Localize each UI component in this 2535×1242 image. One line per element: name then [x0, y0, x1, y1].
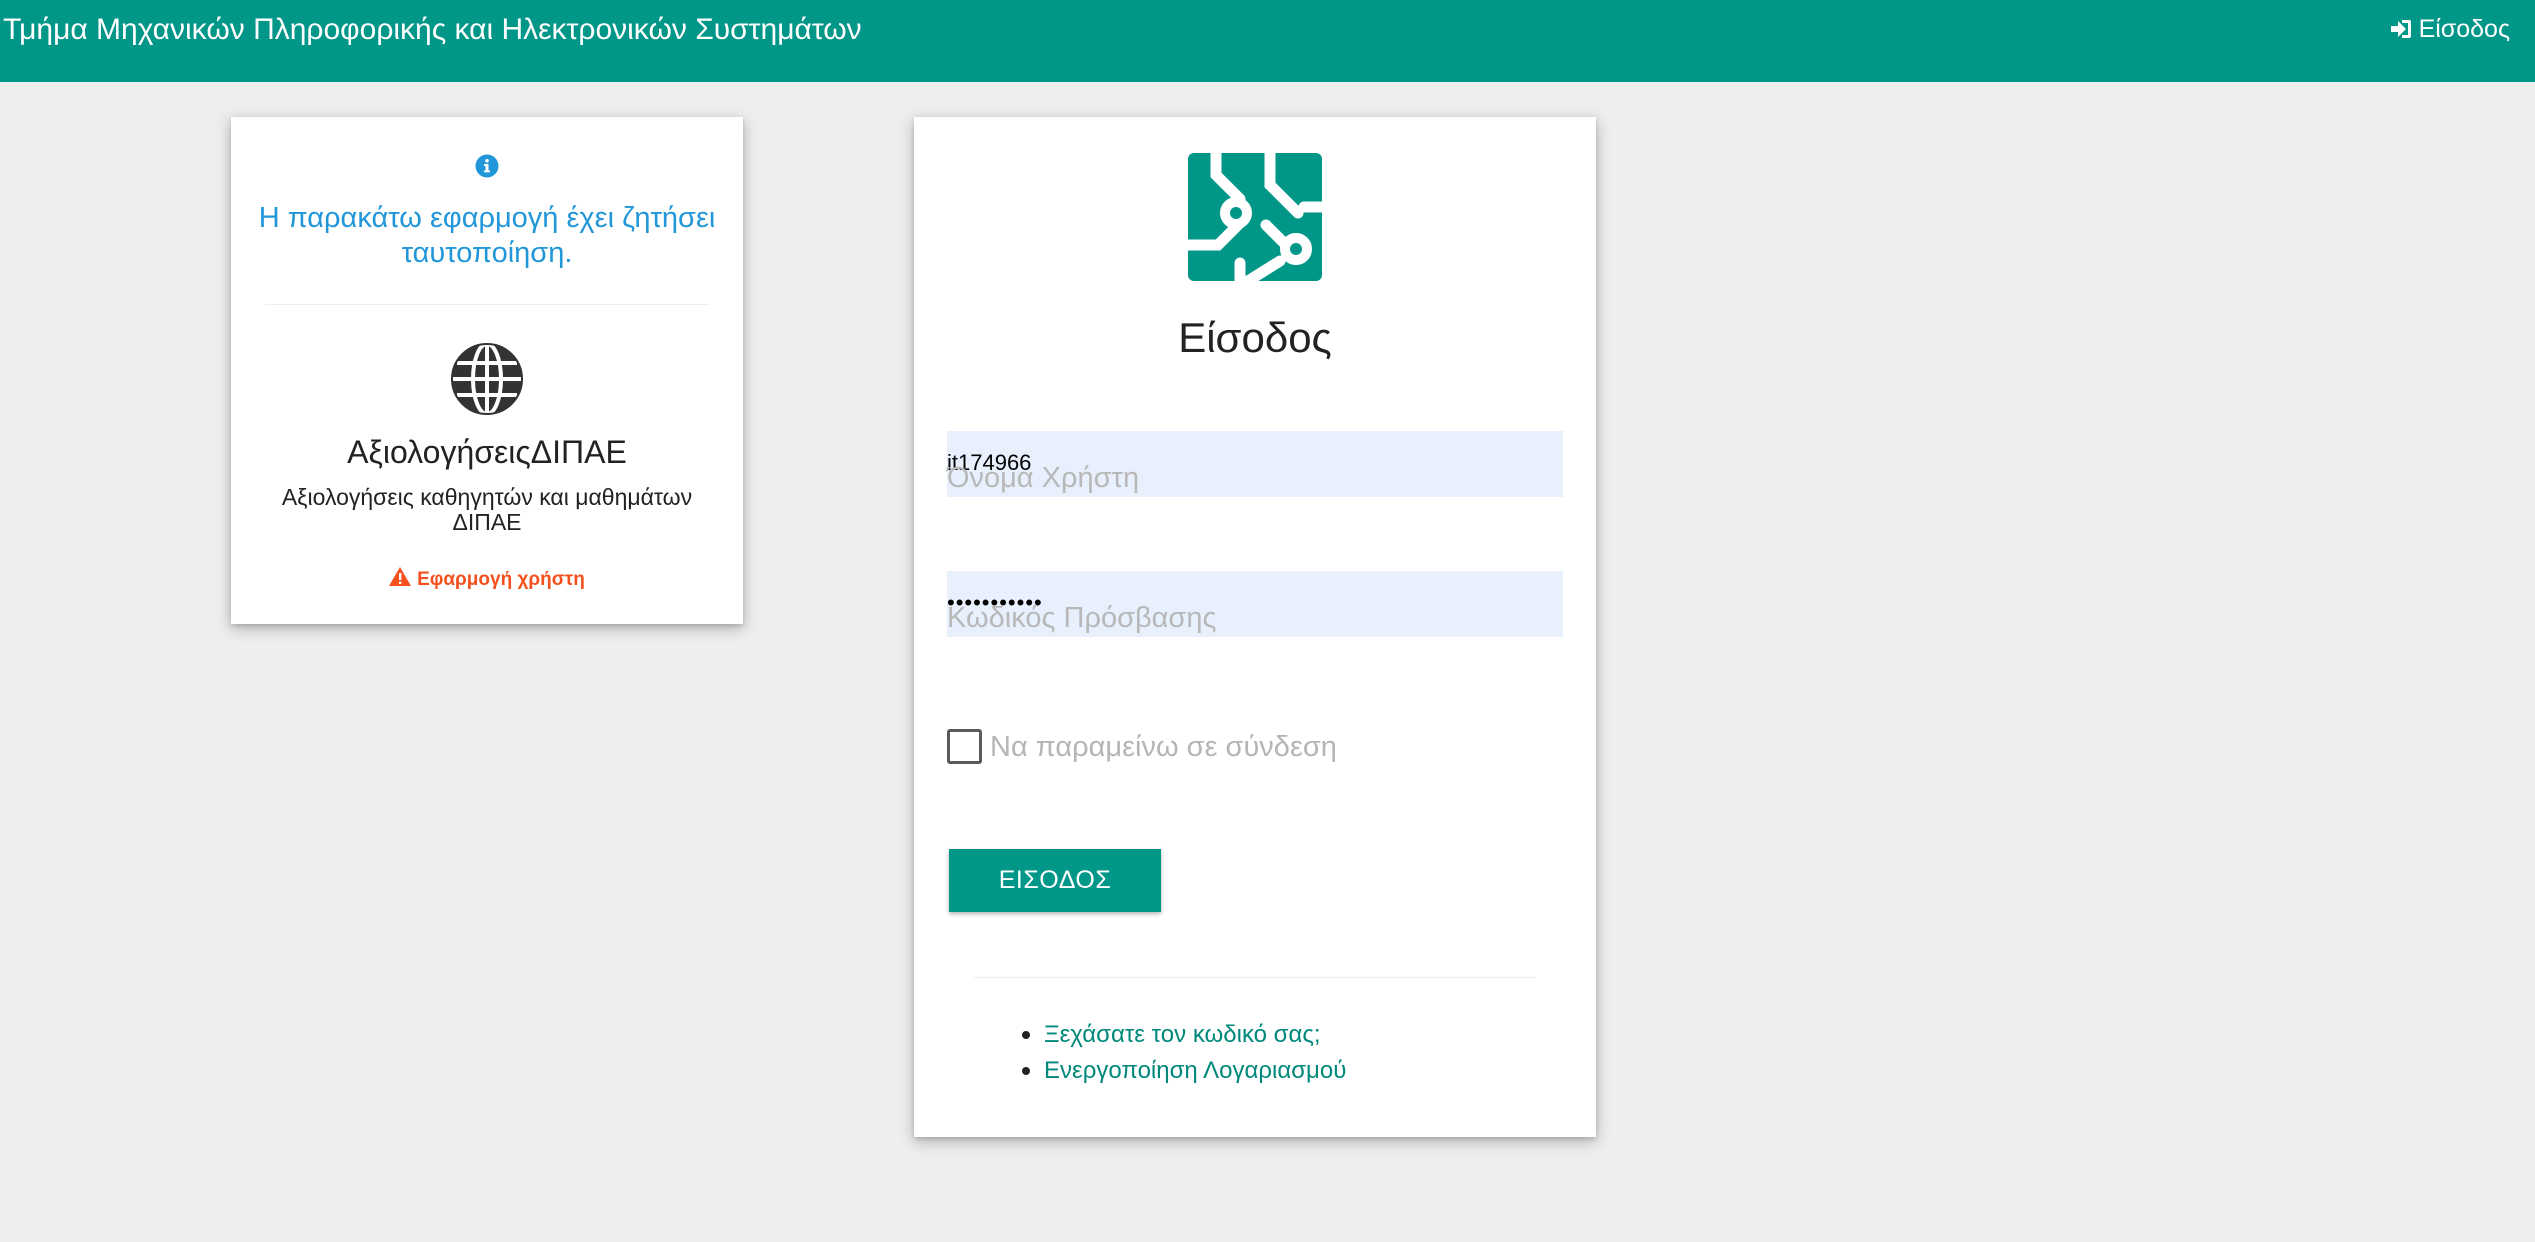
remember-me-label: Να παραμείνω σε σύνδεση [990, 730, 1337, 763]
auth-request-text: Η παρακάτω εφαρμογή έχει ζητήσει ταυτοπο… [258, 202, 716, 269]
links-divider [974, 977, 1536, 978]
login-card: Είσοδος Όνομα Χρήστη Κωδικός Πρόσβασης Ν… [914, 117, 1596, 1137]
globe-icon [451, 342, 523, 420]
warning-icon [389, 567, 412, 593]
logo-icon [1182, 147, 1328, 287]
help-links: Ξεχάσατε τον κωδικό σας; Ενεργοποίηση Λο… [1022, 1017, 1346, 1089]
header-login-label: Είσοδος [2418, 15, 2510, 43]
password-field: Κωδικός Πρόσβασης [947, 571, 1563, 637]
remember-me-option[interactable]: Να παραμείνω σε σύνδεση [947, 729, 1337, 764]
bullet [1022, 1067, 1030, 1075]
username-input[interactable] [947, 448, 1563, 478]
info-divider [265, 304, 709, 305]
header-login-link[interactable]: Είσοδος [2389, 14, 2510, 44]
bullet [1022, 1031, 1030, 1039]
password-input[interactable] [947, 588, 1563, 618]
info-icon [475, 154, 499, 183]
activate-account-link[interactable]: Ενεργοποίηση Λογαριασμού [1044, 1057, 1346, 1084]
forgot-password-link[interactable]: Ξεχάσατε τον κωδικό σας; [1044, 1021, 1321, 1048]
app-type-label: Εφαρμογή χρήστη [417, 569, 585, 590]
app-name: ΑξιολογήσειςΔΙΠΑΕ [347, 434, 627, 470]
app-description: Αξιολογήσεις καθηγητών και μαθημάτων ΔΙΠ… [281, 484, 693, 535]
app-type-badge: Εφαρμογή χρήστη [231, 567, 743, 593]
top-bar: Τμήμα Μηχανικών Πληροφορικής και Ηλεκτρο… [0, 0, 2535, 82]
remember-me-checkbox[interactable] [947, 729, 982, 764]
login-submit-button[interactable]: ΕΙΣΟΔΟΣ [949, 849, 1161, 912]
list-item: Ξεχάσατε τον κωδικό σας; [1022, 1017, 1346, 1053]
login-form-title: Είσοδος [1178, 314, 1332, 361]
username-field: Όνομα Χρήστη [947, 431, 1563, 497]
sign-in-icon [2389, 18, 2413, 40]
list-item: Ενεργοποίηση Λογαριασμού [1022, 1053, 1346, 1089]
app-info-card: Η παρακάτω εφαρμογή έχει ζητήσει ταυτοπο… [231, 117, 743, 624]
site-title: Τμήμα Μηχανικών Πληροφορικής και Ηλεκτρο… [3, 13, 862, 46]
